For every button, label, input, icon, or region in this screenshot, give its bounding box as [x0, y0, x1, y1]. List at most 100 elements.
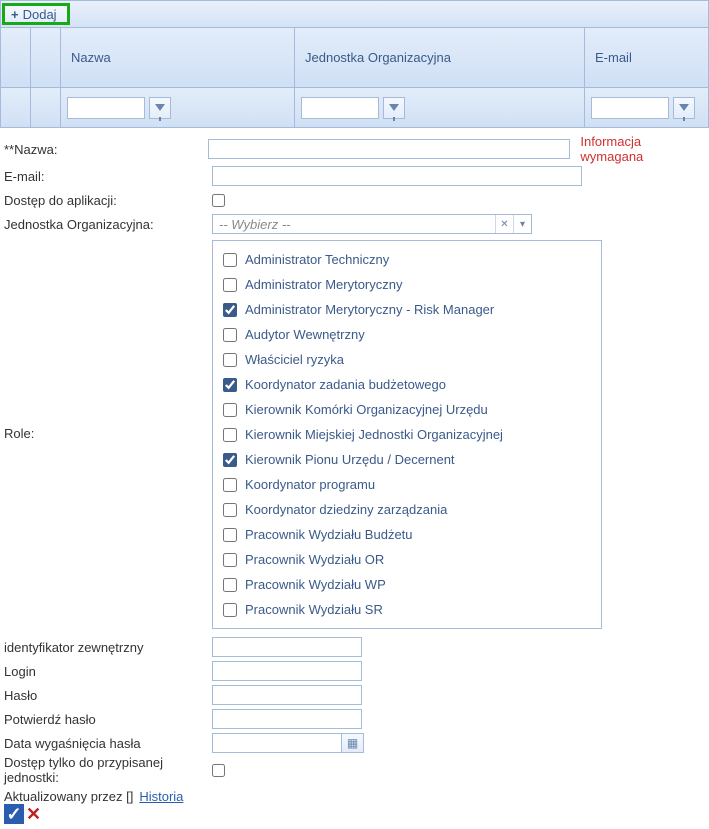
- role-checkbox[interactable]: [223, 553, 237, 567]
- role-checkbox[interactable]: [223, 303, 237, 317]
- role-checkbox[interactable]: [223, 403, 237, 417]
- restrict-label: Dostęp tylko do przypisanej jednostki:: [4, 755, 212, 785]
- grid-col-email-label: E-mail: [595, 50, 632, 65]
- expiry-date-input[interactable]: [212, 733, 342, 753]
- role-checkbox[interactable]: [223, 378, 237, 392]
- role-checkbox[interactable]: [223, 353, 237, 367]
- role-item[interactable]: Administrator Techniczny: [223, 247, 591, 272]
- role-item[interactable]: Administrator Merytoryczny - Risk Manage…: [223, 297, 591, 322]
- role-checkbox[interactable]: [223, 453, 237, 467]
- role-item[interactable]: Koordynator dziedziny zarządzania: [223, 497, 591, 522]
- role-checkbox[interactable]: [223, 578, 237, 592]
- role-item[interactable]: Pracownik Wydziału SR: [223, 597, 591, 622]
- toolbar: + Dodaj: [0, 0, 709, 28]
- unit-combobox[interactable]: -- Wybierz -- ✕ ▾: [212, 214, 532, 234]
- email-input[interactable]: [212, 166, 582, 186]
- confirm-password-input[interactable]: [212, 709, 362, 729]
- role-item[interactable]: Kierownik Komórki Organizacyjnej Urzędu: [223, 397, 591, 422]
- role-checkbox[interactable]: [223, 328, 237, 342]
- role-checkbox[interactable]: [223, 503, 237, 517]
- grid-col-select: [1, 28, 31, 87]
- role-item[interactable]: Audytor Wewnętrzny: [223, 322, 591, 347]
- role-label-text: Administrator Techniczny: [245, 252, 389, 267]
- role-label-text: Administrator Merytoryczny: [245, 277, 402, 292]
- role-label-text: Koordynator zadania budżetowego: [245, 377, 446, 392]
- chevron-down-icon[interactable]: ▾: [513, 215, 531, 233]
- role-label-text: Pracownik Wydziału OR: [245, 552, 384, 567]
- name-label: **Nazwa:: [4, 142, 208, 157]
- role-label: Role:: [4, 236, 212, 441]
- row-access: Dostęp do aplikacji:: [4, 188, 705, 212]
- grid-col-email[interactable]: E-mail: [585, 28, 708, 87]
- role-label-text: Audytor Wewnętrzny: [245, 327, 365, 342]
- filter-unit-button[interactable]: [383, 97, 405, 119]
- password-input[interactable]: [212, 685, 362, 705]
- grid-filter-select: [1, 88, 31, 127]
- role-item[interactable]: Właściciel ryzyka: [223, 347, 591, 372]
- grid-col-name-label: Nazwa: [71, 50, 111, 65]
- row-roles: Role: Administrator TechnicznyAdministra…: [4, 236, 705, 629]
- ext-id-input[interactable]: [212, 637, 362, 657]
- row-ext-id: identyfikator zewnętrzny: [4, 635, 705, 659]
- add-button[interactable]: + Dodaj: [2, 3, 70, 25]
- row-updated-by: Aktualizowany przez [] Historia: [4, 789, 705, 804]
- role-item[interactable]: Koordynator zadania budżetowego: [223, 372, 591, 397]
- ext-id-label: identyfikator zewnętrzny: [4, 640, 212, 655]
- grid-header: Nazwa Jednostka Organizacyjna E-mail: [0, 28, 709, 88]
- login-input[interactable]: [212, 661, 362, 681]
- role-checkbox[interactable]: [223, 253, 237, 267]
- role-checkbox[interactable]: [223, 528, 237, 542]
- grid-filter-email: [585, 88, 708, 127]
- role-checkbox[interactable]: [223, 478, 237, 492]
- role-item[interactable]: Pracownik Wydziału Budżetu: [223, 522, 591, 547]
- expiry-calendar-button[interactable]: ▦: [342, 733, 364, 753]
- row-expiry: Data wygaśnięcia hasła ▦: [4, 731, 705, 755]
- role-checkbox[interactable]: [223, 603, 237, 617]
- name-input[interactable]: [208, 139, 571, 159]
- role-item[interactable]: Pracownik Wydziału WP: [223, 572, 591, 597]
- role-label-text: Pracownik Wydziału SR: [245, 602, 383, 617]
- row-email: E-mail:: [4, 164, 705, 188]
- row-restrict: Dostęp tylko do przypisanej jednostki:: [4, 755, 705, 785]
- role-item[interactable]: Kierownik Pionu Urzędu / Decernent: [223, 447, 591, 472]
- calendar-icon: ▦: [347, 736, 358, 750]
- role-item[interactable]: Kierownik Miejskiej Jednostki Organizacy…: [223, 422, 591, 447]
- expiry-label: Data wygaśnięcia hasła: [4, 736, 212, 751]
- row-unit: Jednostka Organizacyjna: -- Wybierz -- ✕…: [4, 212, 705, 236]
- role-label-text: Administrator Merytoryczny - Risk Manage…: [245, 302, 494, 317]
- row-login: Login: [4, 659, 705, 683]
- grid-col-name[interactable]: Nazwa: [61, 28, 295, 87]
- filter-name-input[interactable]: [67, 97, 145, 119]
- grid-col-unit[interactable]: Jednostka Organizacyjna: [295, 28, 585, 87]
- role-label-text: Pracownik Wydziału Budżetu: [245, 527, 413, 542]
- required-message: Informacja wymagana: [580, 134, 705, 164]
- role-label-text: Kierownik Komórki Organizacyjnej Urzędu: [245, 402, 488, 417]
- role-item[interactable]: Koordynator programu: [223, 472, 591, 497]
- add-button-label: Dodaj: [23, 7, 57, 22]
- role-item[interactable]: Administrator Merytoryczny: [223, 272, 591, 297]
- history-link[interactable]: Historia: [139, 789, 183, 804]
- grid-col-expand: [31, 28, 61, 87]
- row-confirm: Potwierdź hasło: [4, 707, 705, 731]
- role-label-text: Właściciel ryzyka: [245, 352, 344, 367]
- row-name: **Nazwa: Informacja wymagana: [4, 134, 705, 164]
- accept-button[interactable]: ✓: [4, 804, 24, 824]
- role-checkbox[interactable]: [223, 278, 237, 292]
- email-label: E-mail:: [4, 169, 212, 184]
- filter-email-button[interactable]: [673, 97, 695, 119]
- filter-unit-input[interactable]: [301, 97, 379, 119]
- role-checkbox[interactable]: [223, 428, 237, 442]
- cancel-button[interactable]: ✕: [26, 804, 41, 825]
- filter-email-input[interactable]: [591, 97, 669, 119]
- access-checkbox[interactable]: [212, 194, 225, 207]
- role-item[interactable]: Pracownik Wydziału OR: [223, 547, 591, 572]
- updated-by-label: Aktualizowany przez []: [4, 789, 133, 804]
- login-label: Login: [4, 664, 212, 679]
- grid-filter-expand: [31, 88, 61, 127]
- password-label: Hasło: [4, 688, 212, 703]
- restrict-checkbox[interactable]: [212, 764, 225, 777]
- filter-name-button[interactable]: [149, 97, 171, 119]
- grid-filter-name: [61, 88, 295, 127]
- roles-list: Administrator Techniczny Administrator Me…: [212, 240, 602, 629]
- combo-clear-icon[interactable]: ✕: [495, 215, 513, 233]
